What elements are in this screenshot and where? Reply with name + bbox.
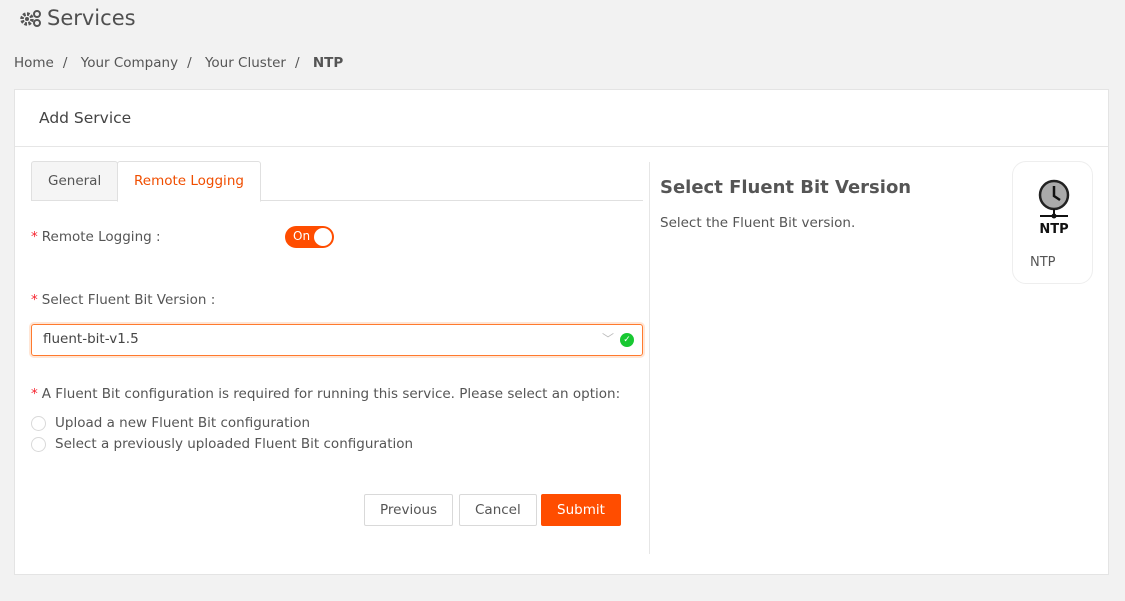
ntp-logo-icon: NTP — [1038, 179, 1070, 237]
breadcrumb-cluster[interactable]: Your Cluster — [205, 55, 286, 71]
card-title: Add Service — [15, 90, 1108, 147]
help-description: Select the Fluent Bit version. — [660, 215, 856, 231]
breadcrumb-current: NTP — [312, 55, 344, 71]
previous-button[interactable]: Previous — [364, 494, 454, 526]
radio-select-previous[interactable]: Select a previously uploaded Fluent Bit … — [31, 436, 413, 452]
service-name: NTP — [1030, 255, 1056, 270]
tab-general[interactable]: General — [31, 161, 119, 201]
logo-text: NTP — [1039, 222, 1068, 237]
chevron-down-icon: ﹀ — [601, 332, 614, 346]
page-title-text: Services — [47, 6, 136, 30]
add-service-card: Add Service General Remote Logging * Remo… — [14, 89, 1109, 575]
remote-logging-label: * Remote Logging : — [31, 229, 161, 245]
check-circle-icon: ✓ — [620, 333, 634, 347]
version-label: * Select Fluent Bit Version : — [31, 292, 216, 308]
cancel-button[interactable]: Cancel — [459, 494, 537, 526]
radio-upload-new[interactable]: Upload a new Fluent Bit configuration — [31, 415, 310, 431]
breadcrumb-company[interactable]: Your Company — [81, 55, 178, 71]
config-label: * A Fluent Bit configuration is required … — [31, 386, 621, 402]
gears-icon — [20, 10, 41, 27]
tab-remote-logging[interactable]: Remote Logging — [117, 161, 261, 202]
fluent-bit-version-select[interactable]: fluent-bit-v1.5 ﹀ ✓ — [31, 324, 643, 356]
submit-button[interactable]: Submit — [541, 494, 621, 526]
tab-bar: General Remote Logging — [31, 161, 643, 202]
service-logo-card: NTP NTP — [1012, 161, 1093, 284]
breadcrumb-home[interactable]: Home — [14, 55, 54, 71]
remote-logging-toggle[interactable]: On — [285, 226, 334, 248]
page-title: Services — [19, 6, 136, 30]
help-title: Select Fluent Bit Version — [660, 177, 912, 198]
divider — [649, 162, 650, 554]
breadcrumb: Home / Your Company / Your Cluster / NTP — [14, 55, 344, 71]
